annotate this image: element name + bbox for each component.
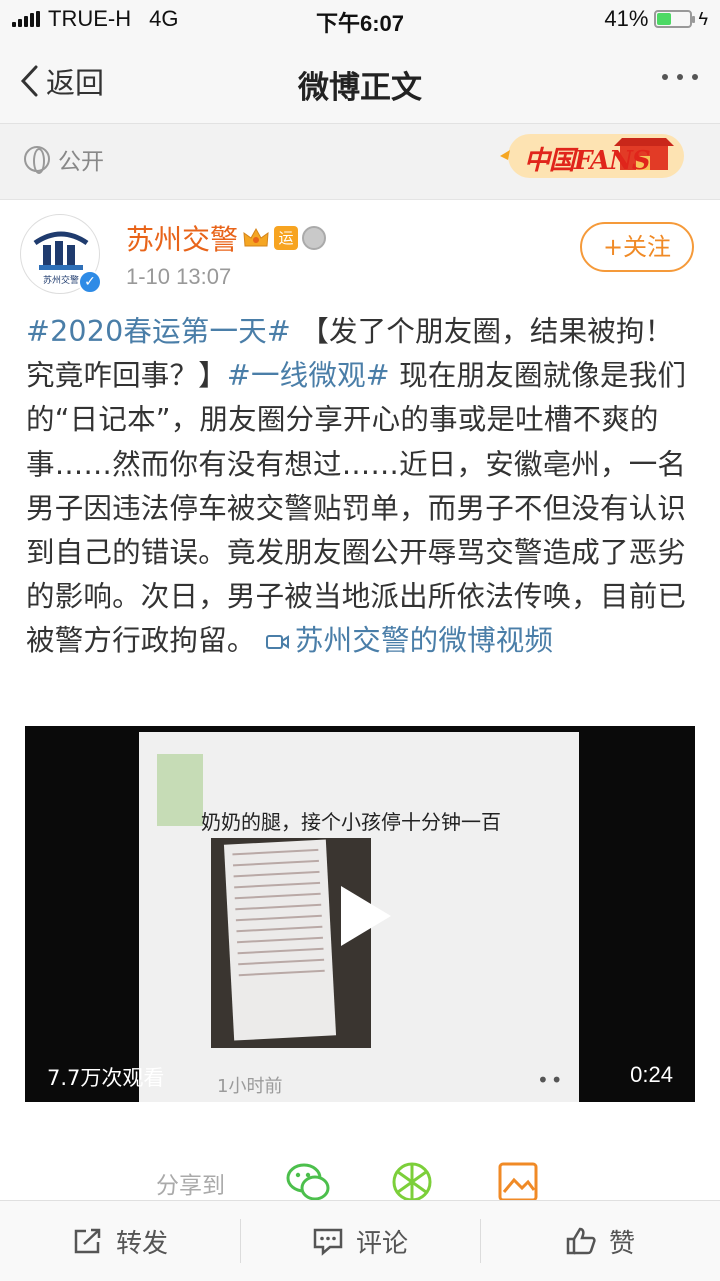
- like-button[interactable]: 赞: [480, 1201, 720, 1281]
- visibility-indicator: 公开: [24, 142, 104, 176]
- thumbs-up-icon: [566, 1227, 596, 1255]
- china-fans-badge[interactable]: 中国FANS: [500, 130, 690, 182]
- spring-festival-badge[interactable]: 运: [274, 226, 299, 250]
- comment-label: 评论: [355, 1228, 408, 1259]
- follow-button[interactable]: +关注: [580, 222, 694, 272]
- comment-icon: [313, 1228, 343, 1256]
- post-text: 现在朋友圈就像是我们的“日记本”，朋友圈分享开心的事或是吐槽不爽的事……然而你有…: [26, 359, 687, 658]
- crown-icon[interactable]: [242, 226, 270, 250]
- video-camera-icon: [265, 635, 289, 650]
- like-label: 赞: [608, 1228, 635, 1259]
- play-icon[interactable]: [341, 886, 391, 946]
- view-count: 7.7万次观看: [47, 1066, 165, 1090]
- charging-icon: ϟ: [698, 8, 708, 29]
- page-title: 微博正文: [298, 70, 422, 106]
- section-divider: [0, 188, 720, 200]
- visibility-label: 公开: [58, 149, 104, 175]
- status-bar: TRUE-H 4G 下午6:07 41% ϟ: [0, 0, 720, 38]
- video-player[interactable]: 奶奶的腿，接个小孩停十分钟一百 1小时前 •• 7.7万次观看 0:24: [25, 726, 695, 1102]
- avatar-text: 苏州交警: [43, 274, 79, 286]
- status-right: 41% ϟ: [604, 6, 708, 32]
- battery-fill: [657, 13, 672, 25]
- video-link[interactable]: 苏州交警的微博视频: [265, 624, 553, 657]
- bottom-toolbar: 转发 评论 赞: [0, 1200, 720, 1281]
- blurred-avatar: [157, 754, 203, 826]
- picture-icon[interactable]: [494, 1158, 542, 1206]
- repost-button[interactable]: 转发: [0, 1201, 240, 1281]
- post-body: #2020春运第一天# 【发了个朋友圈，结果被拘！究竟咋回事？】#一线微观# 现…: [26, 310, 698, 664]
- share-label: 分享到: [156, 1173, 225, 1199]
- moments-icon[interactable]: [388, 1158, 436, 1206]
- share-row: 分享到: [0, 1148, 720, 1208]
- battery-icon: [654, 10, 696, 28]
- visibility-row: 公开 中国FANS: [0, 124, 720, 188]
- topic-link[interactable]: #2020春运第一天#: [26, 315, 291, 348]
- repost-icon: [74, 1228, 101, 1254]
- video-duration: 0:24: [630, 1062, 673, 1087]
- v-verified-icon: ✓: [78, 270, 102, 294]
- medal-icon[interactable]: [302, 226, 327, 250]
- topic-link[interactable]: #一线微观#: [227, 359, 390, 392]
- video-inner-dots: ••: [537, 1068, 565, 1092]
- globe-icon: [24, 146, 50, 174]
- battery-percent: 41%: [604, 6, 649, 31]
- author-name[interactable]: 苏州交警: [126, 218, 238, 258]
- receipt: [223, 839, 337, 1041]
- author-row: 苏州交警 运: [126, 218, 327, 258]
- repost-label: 转发: [115, 1228, 168, 1259]
- wechat-icon[interactable]: [284, 1158, 332, 1206]
- video-inner-time: 1小时前: [217, 1076, 283, 1097]
- fans-badge-label: 中国FANS: [524, 146, 651, 176]
- post-time: 1-10 13:07: [126, 264, 232, 289]
- video-link-label: 苏州交警的微博视频: [294, 624, 554, 658]
- more-dots-icon[interactable]: [662, 74, 698, 80]
- video-caption: 奶奶的腿，接个小孩停十分钟一百: [201, 810, 501, 834]
- nav-bar: 返回 微博正文: [0, 38, 720, 124]
- comment-button[interactable]: 评论: [240, 1201, 480, 1281]
